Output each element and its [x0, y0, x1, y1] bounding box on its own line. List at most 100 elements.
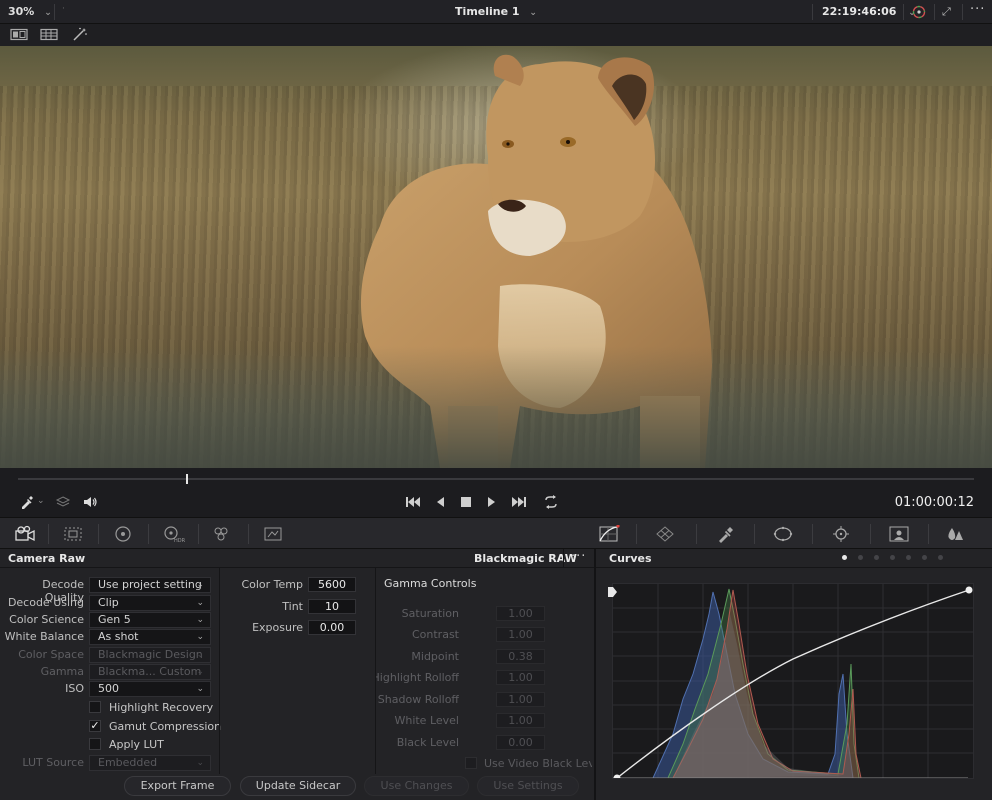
- grid-view-icon[interactable]: [40, 28, 58, 44]
- curves-page-dot[interactable]: [890, 555, 895, 560]
- raw-format-label: Blackmagic RAW: [474, 552, 577, 565]
- chevron-down-icon: ⌄: [196, 615, 204, 625]
- lut-source-label: LUT Source: [22, 756, 84, 769]
- use-video-black-level-checkbox: [465, 757, 477, 769]
- exposure-field[interactable]: 0.00: [308, 620, 356, 635]
- decode-using-dropdown[interactable]: Clip ⌄: [89, 595, 211, 611]
- curve-point-black[interactable]: [613, 774, 621, 782]
- loop-icon[interactable]: [542, 495, 560, 512]
- chevron-down-icon[interactable]: ⌄: [37, 496, 45, 506]
- magic-mask-icon[interactable]: [888, 525, 910, 543]
- curves-page-dot[interactable]: [922, 555, 927, 560]
- chevron-down-icon: ⌄: [196, 684, 204, 694]
- curve-point-white[interactable]: [965, 586, 973, 594]
- curves-page-dot[interactable]: [858, 555, 863, 560]
- black-level-label: Black Level: [396, 736, 459, 749]
- divider: [754, 524, 755, 544]
- color-wheels-icon[interactable]: [112, 525, 134, 543]
- rgb-mixer-icon[interactable]: [210, 525, 232, 543]
- gamma-label: Gamma: [40, 665, 84, 678]
- gamma-value: Blackma... Custom: [98, 665, 202, 678]
- divider: [98, 524, 99, 544]
- video-viewer[interactable]: [0, 46, 992, 468]
- decode-quality-value: Use project setting: [98, 578, 202, 591]
- divider: [198, 524, 199, 544]
- gamma-controls-title: Gamma Controls: [384, 577, 477, 590]
- skip-to-end-icon[interactable]: [510, 495, 528, 512]
- color-science-value: Gen 5: [98, 613, 131, 626]
- magic-wand-icon[interactable]: [72, 27, 88, 45]
- curves-page-dot[interactable]: [938, 555, 943, 560]
- layers-icon[interactable]: [55, 495, 71, 512]
- curves-header: Curves: [596, 549, 992, 568]
- contrast-label: Contrast: [411, 628, 459, 641]
- source-timecode-value: 22:19:46:06: [822, 5, 897, 18]
- divider: [962, 4, 963, 20]
- qualifier-icon[interactable]: [714, 525, 736, 543]
- chevron-down-icon: ⌄: [196, 580, 204, 590]
- more-options-icon[interactable]: ···: [970, 2, 985, 17]
- curves-page-dot[interactable]: [842, 555, 847, 560]
- color-temp-field[interactable]: 5600: [308, 577, 356, 592]
- curves-page-dot[interactable]: [874, 555, 879, 560]
- update-sidecar-button[interactable]: Update Sidecar: [240, 776, 356, 796]
- power-window-icon[interactable]: [772, 525, 794, 543]
- viewer-toolbar: [0, 24, 992, 46]
- apply-lut-checkbox[interactable]: [89, 738, 101, 750]
- curves-title: Curves: [609, 552, 652, 565]
- divider: [934, 4, 935, 20]
- source-timecode[interactable]: 22:19:46:06 ⌄: [822, 5, 916, 18]
- hdr-wheels-icon[interactable]: HDR: [160, 525, 186, 544]
- playhead[interactable]: [186, 474, 188, 484]
- apply-lut-label: Apply LUT: [109, 738, 164, 751]
- skip-to-start-icon[interactable]: [404, 495, 422, 512]
- color-temp-label: Color Temp: [241, 578, 303, 591]
- volume-icon[interactable]: [82, 495, 98, 512]
- checkmark-icon: ✓: [90, 719, 100, 732]
- chevron-down-icon: ⌄: [196, 667, 204, 677]
- fullscreen-icon[interactable]: ⤢: [942, 5, 951, 19]
- iso-dropdown[interactable]: 500 ⌄: [89, 681, 211, 697]
- transport-controls: ⌄: [0, 490, 992, 516]
- more-options-icon[interactable]: ···: [571, 549, 586, 564]
- divider: [248, 524, 249, 544]
- timeline-title: Timeline 1: [455, 5, 520, 18]
- color-match-icon[interactable]: [62, 525, 84, 543]
- chevron-down-icon: ⌄: [529, 8, 537, 18]
- color-science-dropdown[interactable]: Gen 5 ⌄: [89, 612, 211, 628]
- curves-page-dot[interactable]: [906, 555, 911, 560]
- gamut-compression-checkbox[interactable]: ✓: [89, 720, 101, 732]
- scrub-bar[interactable]: [18, 478, 974, 480]
- chevron-down-icon: ⌄: [196, 632, 204, 642]
- tint-label: Tint: [282, 600, 303, 613]
- color-wheel-icon[interactable]: [910, 4, 928, 20]
- highlight-recovery-checkbox[interactable]: [89, 701, 101, 713]
- tracker-icon[interactable]: [830, 525, 852, 543]
- white-level-label: White Level: [394, 714, 459, 727]
- split-view-icon[interactable]: [10, 28, 28, 44]
- curves-page-dots[interactable]: [842, 555, 943, 563]
- decode-quality-dropdown[interactable]: Use project setting ⌄: [89, 577, 211, 593]
- tint-field[interactable]: 10: [308, 599, 356, 614]
- shadow-rolloff-field: 1.00: [496, 692, 545, 707]
- curve-input-handle-icon[interactable]: [606, 586, 618, 601]
- divider: [148, 524, 149, 544]
- exposure-label: Exposure: [252, 621, 303, 634]
- camera-raw-header: Camera Raw Blackmagic RAW ···: [0, 549, 594, 568]
- play-icon[interactable]: [486, 495, 498, 512]
- camera-raw-title: Camera Raw: [8, 552, 86, 565]
- export-frame-button[interactable]: Export Frame: [124, 776, 231, 796]
- color-warper-icon[interactable]: [654, 525, 676, 543]
- white-balance-dropdown[interactable]: As shot ⌄: [89, 629, 211, 645]
- blur-icon[interactable]: [944, 525, 966, 543]
- eyedropper-icon[interactable]: [20, 495, 34, 512]
- highlight-rolloff-field: 1.00: [496, 670, 545, 685]
- motion-effects-icon[interactable]: [262, 525, 284, 543]
- camera-raw-icon[interactable]: [14, 525, 36, 543]
- curves-icon[interactable]: [598, 524, 620, 543]
- gamma-dropdown: Blackma... Custom ⌄: [89, 664, 211, 680]
- iso-value: 500: [98, 682, 119, 695]
- play-reverse-icon[interactable]: [434, 495, 446, 512]
- stop-icon[interactable]: [460, 496, 472, 511]
- curves-graph[interactable]: [612, 583, 974, 782]
